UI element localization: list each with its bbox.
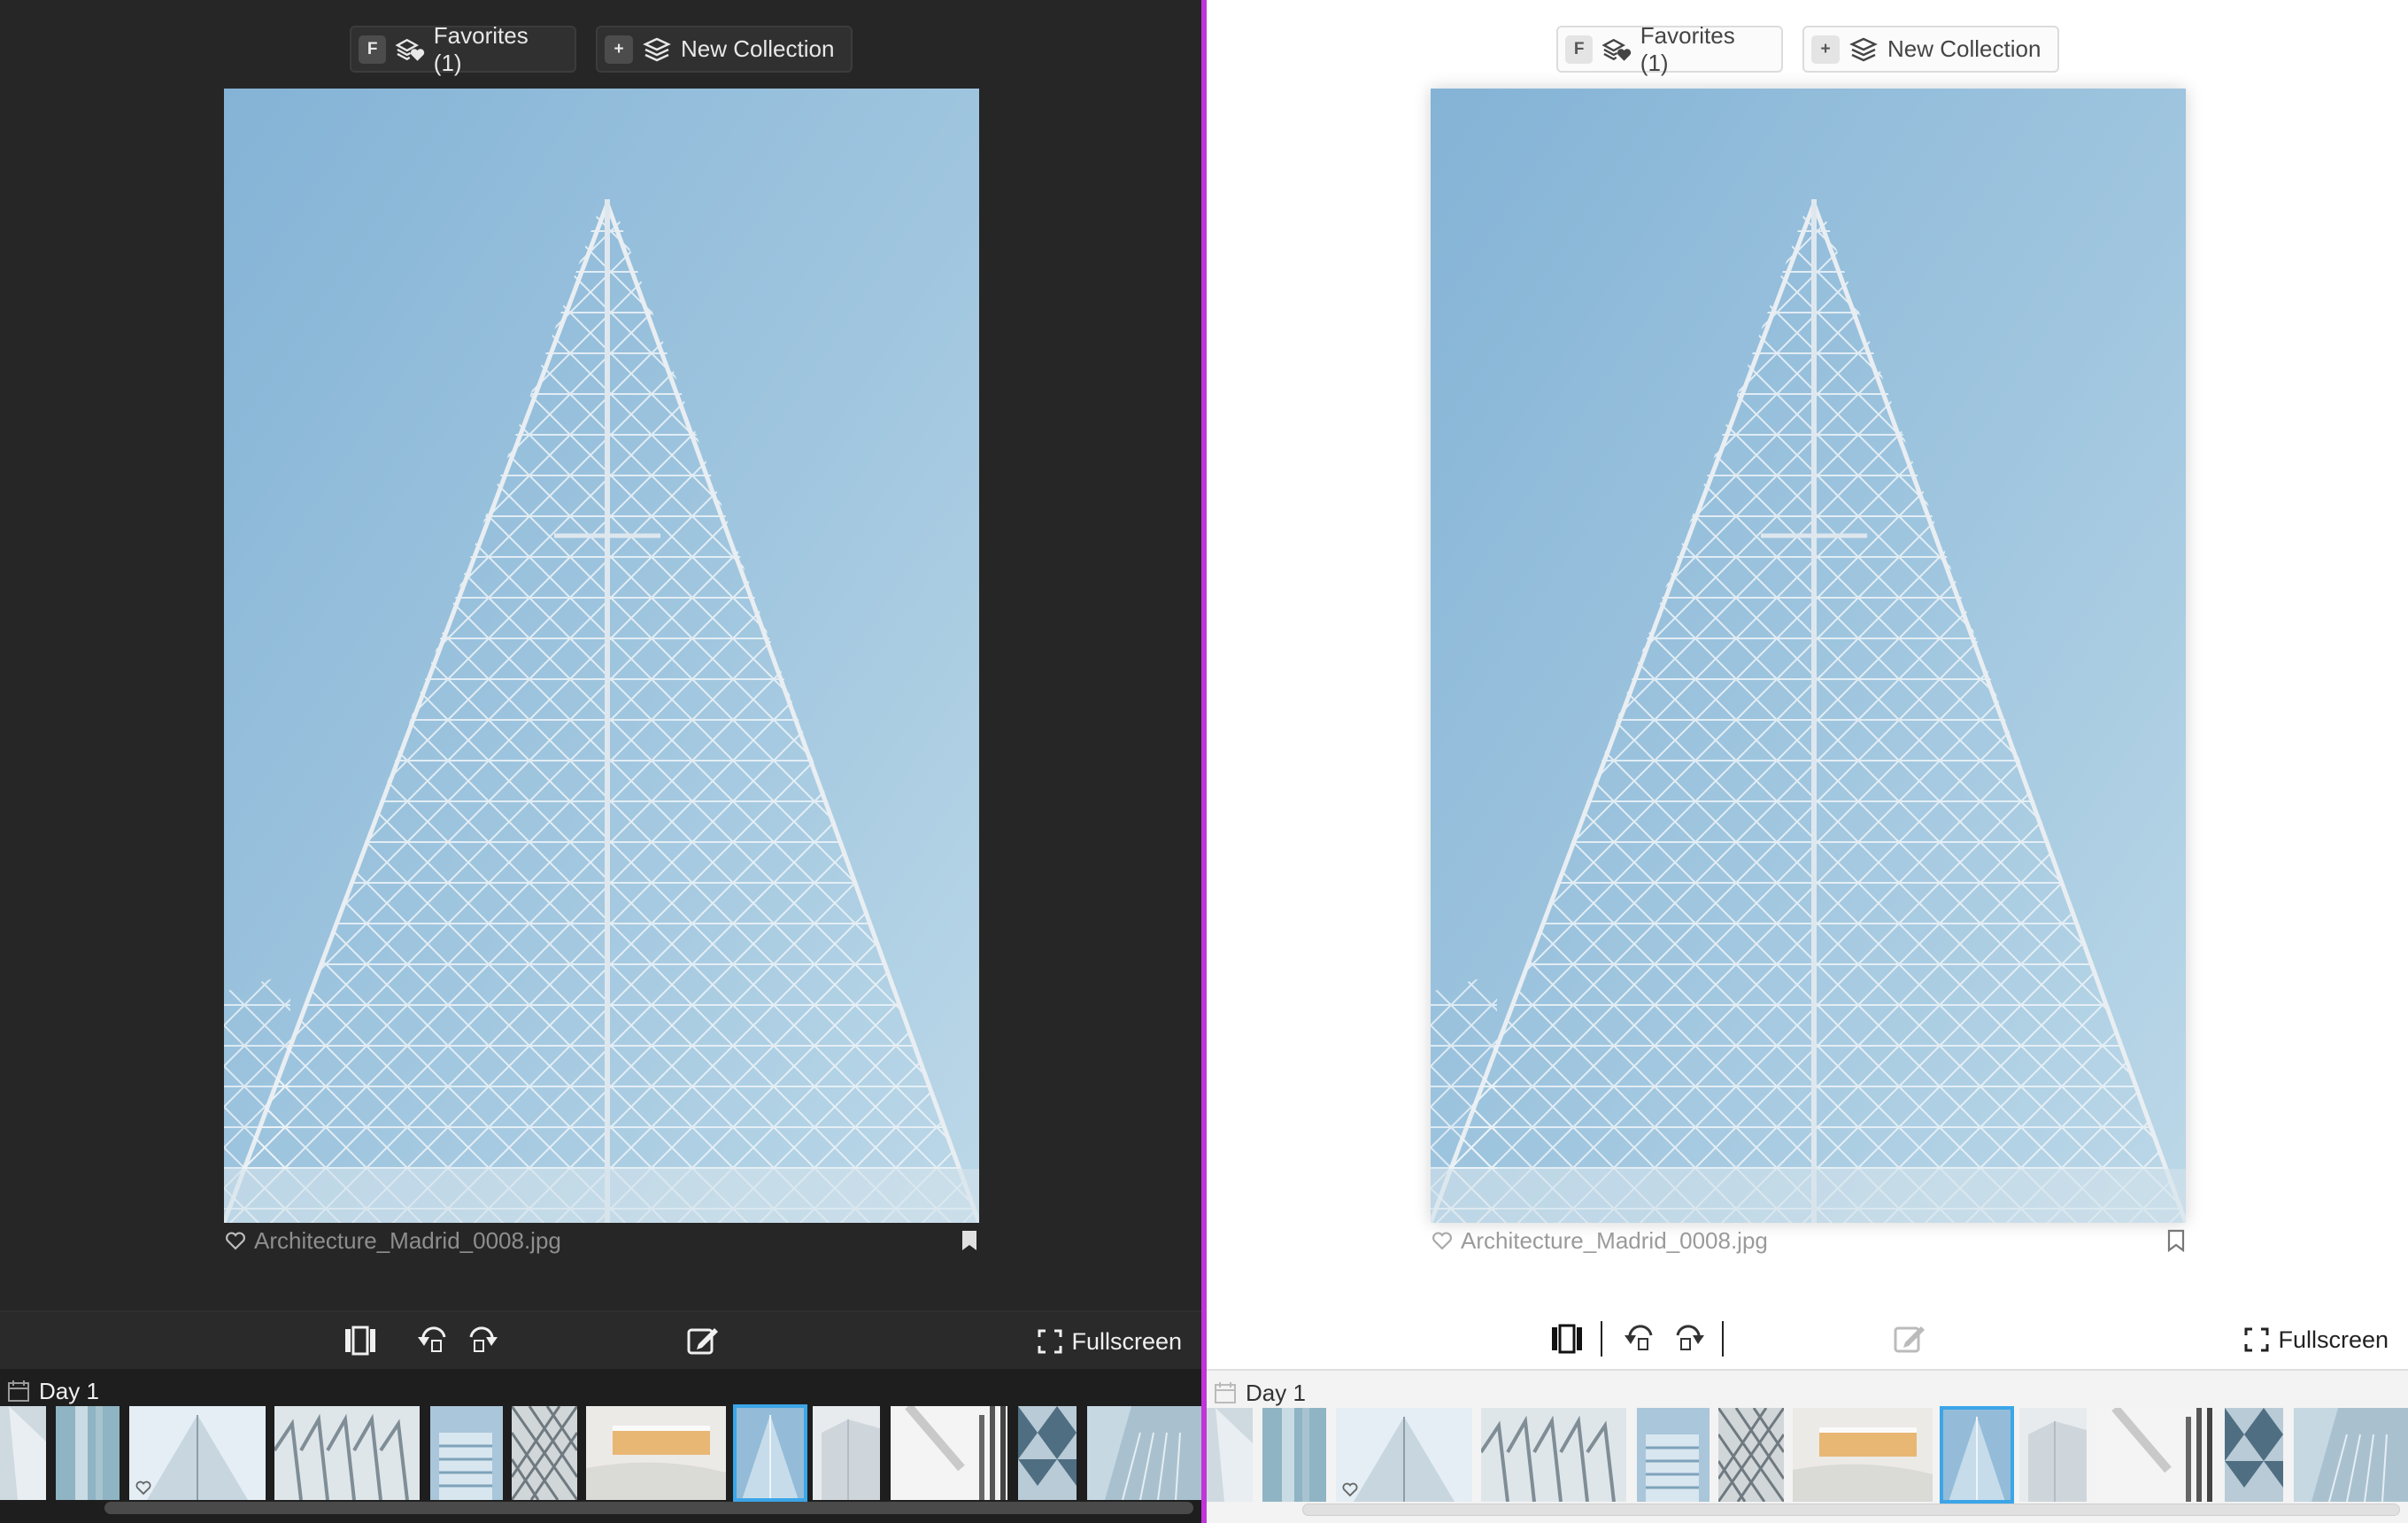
- filmstrip-scrollbar[interactable]: [104, 1502, 1193, 1514]
- thumbnail[interactable]: [891, 1406, 1007, 1500]
- heart-icon[interactable]: [1431, 1229, 1454, 1252]
- thumbnail[interactable]: [1018, 1406, 1077, 1500]
- thumbnail[interactable]: [1087, 1406, 1201, 1500]
- thumbnail[interactable]: [1793, 1408, 1933, 1502]
- thumbnail[interactable]: [2019, 1408, 2087, 1502]
- thumbnail[interactable]: [2097, 1408, 2214, 1502]
- thumbnail[interactable]: [2225, 1408, 2283, 1502]
- collection-stack-icon: [1849, 37, 1878, 61]
- rotate-right-icon[interactable]: [1672, 1323, 1706, 1355]
- collection-stack-icon: [643, 37, 671, 61]
- fullscreen-icon: [2244, 1327, 2269, 1352]
- filmstrip: Day 1: [0, 1369, 1201, 1523]
- thumbnail[interactable]: [1336, 1408, 1472, 1502]
- compare-view-icon[interactable]: [1550, 1323, 1584, 1355]
- fullscreen-button[interactable]: Fullscreen: [1038, 1325, 1182, 1358]
- bookmark-icon[interactable]: [960, 1229, 979, 1252]
- heart-icon: [135, 1480, 151, 1496]
- rotate-left-icon[interactable]: [1623, 1323, 1656, 1355]
- filmstrip-scrollbar[interactable]: [1302, 1504, 2400, 1516]
- thumbnail[interactable]: [430, 1406, 503, 1500]
- thumbnail-selected[interactable]: [1940, 1406, 2014, 1504]
- main-photo[interactable]: [1431, 89, 2186, 1223]
- new-collection-button[interactable]: + New Collection: [1802, 26, 2059, 73]
- filmstrip: Day 1: [1207, 1369, 2408, 1523]
- main-photo[interactable]: [224, 89, 979, 1223]
- light-theme-pane: F Favorites (1) + New Collection Archite…: [1207, 0, 2408, 1523]
- favorites-button[interactable]: F Favorites (1): [1556, 22, 1783, 76]
- toolbar-divider: [1722, 1321, 1724, 1357]
- new-collection-label: New Collection: [681, 35, 835, 62]
- favorites-label: Favorites (1): [1640, 21, 1735, 76]
- dark-theme-pane: F Favorites (1) + New Collection Archite…: [0, 0, 1201, 1523]
- bottom-toolbar: Fullscreen: [1207, 1310, 2408, 1369]
- favorites-shortcut-key: F: [1565, 35, 1594, 64]
- new-collection-shortcut-key: +: [605, 35, 633, 64]
- heart-icon: [1342, 1482, 1358, 1497]
- thumbnail[interactable]: [129, 1406, 266, 1500]
- fullscreen-icon: [1038, 1329, 1062, 1354]
- toolbar-divider: [1601, 1321, 1602, 1357]
- bottom-toolbar: Fullscreen: [0, 1310, 1201, 1369]
- photo-caption: Architecture_Madrid_0008.jpg: [224, 1225, 979, 1256]
- thumbnail[interactable]: [813, 1406, 880, 1500]
- thumbnail[interactable]: [586, 1406, 726, 1500]
- favorites-stack-icon: [1601, 38, 1632, 61]
- thumbnail[interactable]: [1262, 1408, 1326, 1502]
- fullscreen-label: Fullscreen: [1071, 1327, 1182, 1355]
- favorites-button[interactable]: F Favorites (1): [350, 22, 576, 76]
- favorites-stack-icon: [395, 38, 425, 61]
- new-collection-label: New Collection: [1887, 35, 2041, 62]
- favorites-label: Favorites (1): [433, 21, 529, 76]
- new-collection-button[interactable]: + New Collection: [596, 26, 853, 73]
- thumbnail-row: [0, 1397, 1201, 1502]
- thumbnail-selected[interactable]: [733, 1404, 807, 1502]
- thumbnail[interactable]: [1207, 1408, 1253, 1502]
- thumbnail[interactable]: [1637, 1408, 1710, 1502]
- favorites-shortcut-key: F: [359, 35, 387, 64]
- compare-view-icon[interactable]: [343, 1325, 377, 1357]
- fullscreen-label: Fullscreen: [2278, 1326, 2389, 1353]
- thumbnail[interactable]: [512, 1406, 577, 1500]
- edit-icon[interactable]: [686, 1325, 720, 1357]
- thumbnail[interactable]: [56, 1406, 120, 1500]
- bookmark-icon[interactable]: [2166, 1229, 2186, 1252]
- thumbnail[interactable]: [274, 1406, 420, 1500]
- thumbnail[interactable]: [1718, 1408, 1784, 1502]
- photo-filename: Architecture_Madrid_0008.jpg: [1461, 1226, 1768, 1254]
- edit-icon[interactable]: [1893, 1323, 1926, 1355]
- rotate-right-icon[interactable]: [466, 1325, 499, 1357]
- rotate-left-icon[interactable]: [416, 1325, 450, 1357]
- thumbnail[interactable]: [0, 1406, 46, 1500]
- thumbnail-row: [1207, 1399, 2408, 1504]
- photo-caption: Architecture_Madrid_0008.jpg: [1431, 1225, 2186, 1256]
- heart-icon[interactable]: [224, 1229, 247, 1252]
- photo-filename: Architecture_Madrid_0008.jpg: [254, 1226, 561, 1254]
- fullscreen-button[interactable]: Fullscreen: [2244, 1323, 2389, 1357]
- thumbnail[interactable]: [1481, 1408, 1626, 1502]
- new-collection-shortcut-key: +: [1811, 35, 1840, 64]
- thumbnail[interactable]: [2294, 1408, 2408, 1502]
